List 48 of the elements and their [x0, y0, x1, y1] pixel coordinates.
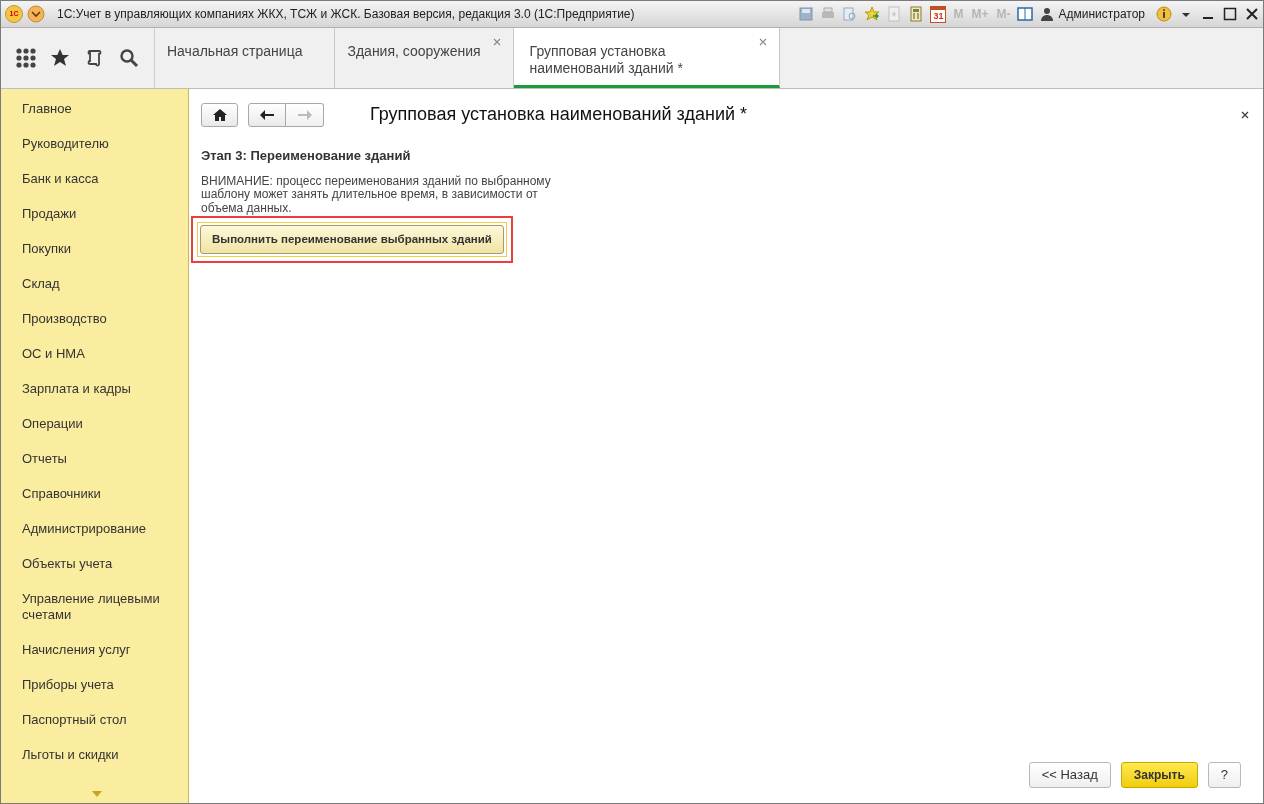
close-icon[interactable] — [1241, 110, 1249, 119]
home-icon — [212, 108, 227, 121]
sidebar-item[interactable]: Паспортный стол — [22, 712, 172, 728]
window-title: 1С:Учет в управляющих компаниях ЖКХ, ТСЖ и ЖСК. Базовая версия, редакция 3.0 (1С:Предприятие) — [57, 6, 635, 23]
maximize-icon[interactable] — [1222, 6, 1238, 22]
star-icon[interactable] — [864, 6, 881, 22]
close-icon[interactable] — [1244, 6, 1260, 22]
sidebar-item[interactable]: Приборы учета — [22, 677, 172, 693]
user-icon[interactable] — [1039, 6, 1056, 22]
close-tab-icon[interactable] — [758, 38, 767, 46]
sidebar-item[interactable]: Льготы и скидки — [22, 747, 172, 763]
sidebar-item[interactable]: ОС и НМА — [22, 346, 172, 362]
step-heading: Этап 3: Переименование зданий — [200, 147, 412, 165]
apps-grid-icon[interactable] — [15, 47, 38, 69]
sidebar-item[interactable]: Производство — [22, 311, 172, 327]
footer-button[interactable]: ? — [1207, 762, 1241, 788]
sidebar-item[interactable]: Начисления услуг — [22, 642, 172, 658]
sidebar-item[interactable]: Продажи — [22, 206, 172, 222]
menu-icon[interactable] — [27, 5, 45, 23]
arrow-right-icon — [297, 109, 312, 120]
sidebar-item[interactable]: Объекты учета — [22, 556, 172, 572]
sidebar-item[interactable]: Справочники — [22, 486, 172, 502]
user-name: Администратор — [1058, 6, 1145, 23]
arrow-left-icon — [260, 109, 274, 120]
sidebar-item[interactable]: Покупки — [22, 241, 172, 257]
warning-text: ВНИМАНИЕ: процесс переименования зданий по выбранному шаблону может занять длительное время, в зависимости от объема данных. — [200, 174, 552, 215]
action-button[interactable]: Выполнить переименование выбранных зданий — [200, 225, 504, 254]
close-tab-icon[interactable] — [492, 38, 501, 46]
sidebar-item[interactable]: Руководителю — [22, 136, 172, 152]
sidebar-item[interactable]: Операции — [22, 416, 172, 432]
close-button[interactable]: Закрыть — [1120, 762, 1198, 788]
tab[interactable]: Групповая установка наименований зданий * — [513, 28, 780, 88]
info-icon[interactable] — [1156, 6, 1172, 22]
sidebar-item[interactable]: Главное — [22, 101, 172, 117]
sidebar-item[interactable]: Зарплата и кадры — [22, 381, 172, 397]
home-button[interactable] — [201, 102, 238, 127]
footer-button[interactable]: << Назад — [1028, 762, 1111, 788]
search-icon[interactable] — [117, 47, 140, 69]
sidebar-item[interactable]: Отчеты — [22, 451, 172, 467]
sidebar-item[interactable]: Банк и касса — [22, 171, 172, 187]
form-title: Групповая установка наименований зданий * — [370, 103, 747, 126]
sidebar-item[interactable]: Склад — [22, 276, 172, 292]
panels-icon[interactable] — [1017, 6, 1034, 22]
back-button[interactable] — [248, 102, 286, 127]
sidebar-item[interactable]: Администрирование — [22, 521, 172, 537]
sidebar-item[interactable]: Управление лицевыми счетами — [22, 591, 172, 623]
calculator-icon[interactable] — [908, 6, 925, 22]
calendar-icon[interactable]: 31 — [930, 5, 947, 23]
